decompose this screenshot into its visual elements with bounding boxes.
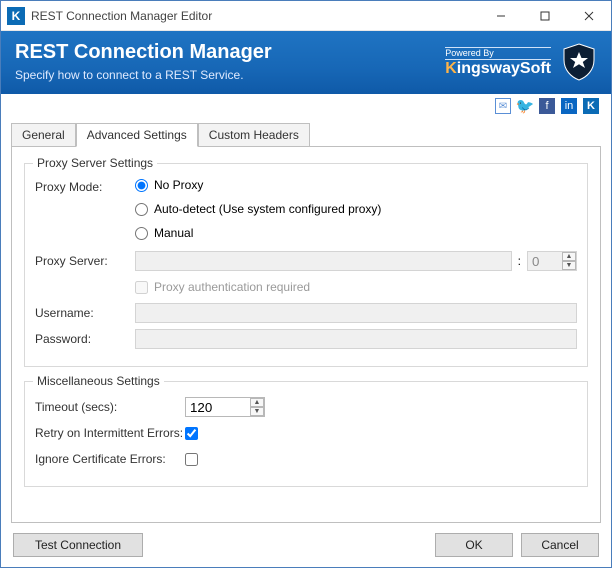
shield-icon (561, 42, 597, 82)
proxy-server-settings-group: Proxy Server Settings Proxy Mode: No Pro… (24, 163, 588, 367)
timeout-up[interactable]: ▲ (250, 398, 264, 407)
mail-icon[interactable]: ✉ (495, 98, 511, 114)
test-connection-button[interactable]: Test Connection (13, 533, 143, 557)
tab-general[interactable]: General (11, 123, 76, 147)
proxy-port-up[interactable]: ▲ (562, 252, 576, 261)
proxy-username-label: Username: (35, 306, 135, 320)
misc-legend: Miscellaneous Settings (33, 374, 164, 388)
kingswaysoft-icon[interactable]: K (583, 98, 599, 114)
radio-manual[interactable] (135, 227, 148, 240)
proxy-mode-autodetect[interactable]: Auto-detect (Use system configured proxy… (135, 202, 381, 216)
dialog-buttons: Test Connection OK Cancel (1, 523, 611, 567)
brand-name: ingswaySoft (457, 60, 551, 77)
proxy-mode-options: No Proxy Auto-detect (Use system configu… (135, 178, 381, 240)
proxy-server-label: Proxy Server: (35, 254, 135, 268)
social-links: ✉ 🐦 f in K (1, 94, 611, 116)
powered-by-logo: Powered By KingswaySoft (445, 47, 551, 77)
proxy-mode-label: Proxy Mode: (35, 178, 135, 194)
app-icon: K (7, 7, 25, 25)
proxy-username-input[interactable] (135, 303, 577, 323)
proxy-port-separator: : (518, 254, 521, 268)
proxy-port-down[interactable]: ▼ (562, 261, 576, 270)
tab-panel-advanced: Proxy Server Settings Proxy Mode: No Pro… (11, 146, 601, 523)
tab-advanced-settings[interactable]: Advanced Settings (76, 123, 198, 147)
radio-autodetect[interactable] (135, 203, 148, 216)
timeout-stepper[interactable]: ▲ ▼ (185, 397, 265, 417)
cancel-button[interactable]: Cancel (521, 533, 599, 557)
facebook-icon[interactable]: f (539, 98, 555, 114)
timeout-label: Timeout (secs): (35, 400, 185, 414)
tab-area: General Advanced Settings Custom Headers… (1, 116, 611, 523)
titlebar: K REST Connection Manager Editor (1, 1, 611, 31)
linkedin-icon[interactable]: in (561, 98, 577, 114)
twitter-icon[interactable]: 🐦 (517, 98, 533, 114)
retry-checkbox[interactable] (185, 427, 198, 440)
proxy-legend: Proxy Server Settings (33, 156, 157, 170)
ok-button[interactable]: OK (435, 533, 513, 557)
radio-autodetect-label: Auto-detect (Use system configured proxy… (154, 202, 381, 216)
header-title: REST Connection Manager (15, 41, 445, 64)
ignore-cert-checkbox[interactable] (185, 453, 198, 466)
proxy-server-input[interactable] (135, 251, 512, 271)
radio-manual-label: Manual (154, 226, 193, 240)
retry-label: Retry on Intermittent Errors: (35, 426, 185, 440)
proxy-auth-label: Proxy authentication required (154, 280, 310, 294)
proxy-mode-no-proxy[interactable]: No Proxy (135, 178, 381, 192)
minimize-button[interactable] (479, 1, 523, 31)
radio-no-proxy[interactable] (135, 179, 148, 192)
proxy-password-label: Password: (35, 332, 135, 346)
ignore-cert-label: Ignore Certificate Errors: (35, 452, 185, 466)
tabstrip: General Advanced Settings Custom Headers (11, 123, 601, 147)
radio-no-proxy-label: No Proxy (154, 178, 203, 192)
proxy-password-input[interactable] (135, 329, 577, 349)
powered-by-text: Powered By (445, 48, 494, 58)
close-button[interactable] (567, 1, 611, 31)
header-banner: REST Connection Manager Specify how to c… (1, 31, 611, 94)
tab-custom-headers[interactable]: Custom Headers (198, 123, 310, 147)
proxy-auth-checkbox[interactable] (135, 281, 148, 294)
window-title: REST Connection Manager Editor (31, 9, 479, 23)
window: K REST Connection Manager Editor REST Co… (0, 0, 612, 568)
proxy-mode-manual[interactable]: Manual (135, 226, 381, 240)
miscellaneous-settings-group: Miscellaneous Settings Timeout (secs): ▲… (24, 381, 588, 487)
maximize-button[interactable] (523, 1, 567, 31)
proxy-port-stepper[interactable]: ▲ ▼ (527, 251, 577, 271)
brand-accent: K (445, 60, 457, 77)
header-subtitle: Specify how to connect to a REST Service… (15, 68, 445, 82)
timeout-down[interactable]: ▼ (250, 407, 264, 416)
proxy-auth-required[interactable]: Proxy authentication required (135, 280, 310, 294)
